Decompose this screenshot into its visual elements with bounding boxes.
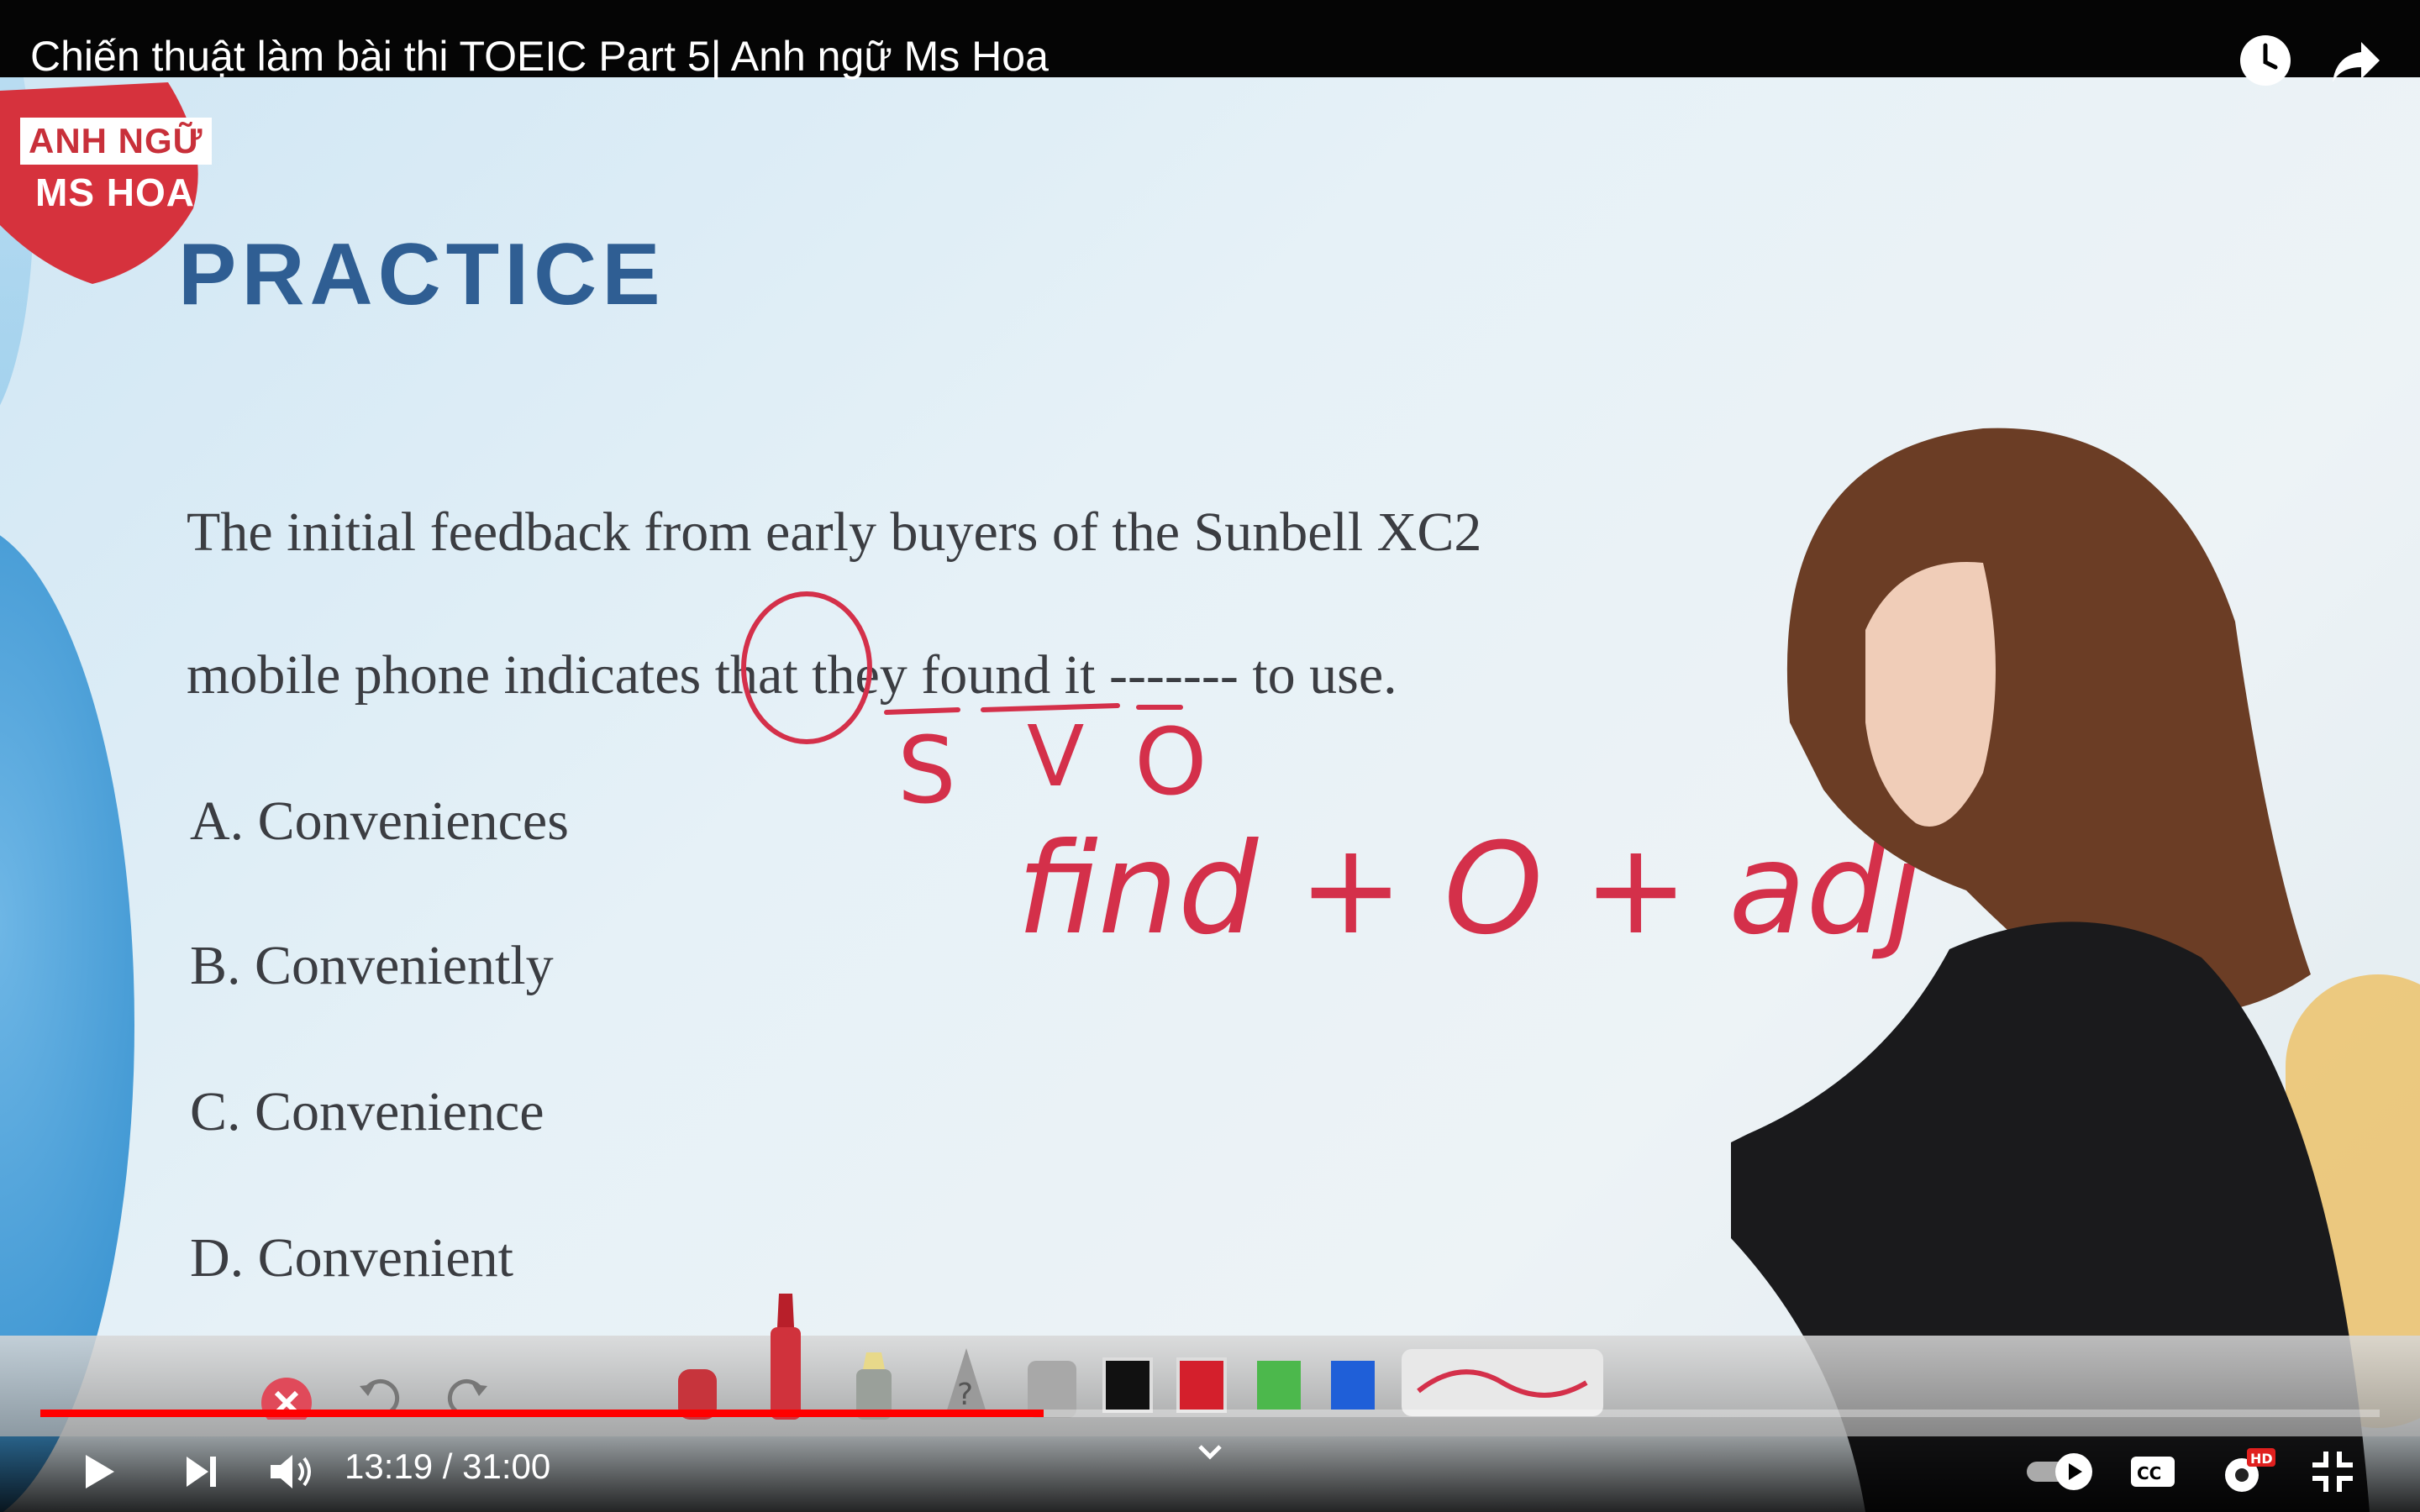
captions-icon[interactable]: CC <box>2123 1441 2183 1502</box>
next-icon[interactable] <box>171 1441 232 1502</box>
color-swatch-blue <box>1328 1357 1378 1413</box>
video-title[interactable]: Chiến thuật làm bài thi TOEIC Part 5| An… <box>30 32 1049 81</box>
share-icon[interactable] <box>2329 34 2383 87</box>
chevron-down-icon[interactable] <box>1180 1428 1240 1478</box>
highlighter-tool-icon <box>844 1344 903 1420</box>
settings-icon[interactable]: HD <box>2215 1441 2275 1502</box>
time-display: 13:19 / 31:00 <box>345 1446 551 1486</box>
color-swatch-black <box>1102 1357 1153 1413</box>
color-swatch-green <box>1254 1357 1304 1413</box>
label-o: O <box>1134 708 1207 816</box>
label-s: S <box>897 717 956 824</box>
volume-icon[interactable] <box>260 1441 321 1502</box>
watch-later-icon[interactable] <box>2238 34 2292 87</box>
color-swatch-red <box>1176 1357 1227 1413</box>
underline-s <box>884 707 960 715</box>
play-icon[interactable] <box>67 1441 128 1502</box>
autoplay-toggle[interactable] <box>2020 1441 2101 1502</box>
hd-badge: HD <box>2250 1451 2273 1467</box>
label-v: V <box>1027 707 1084 806</box>
help-tool-icon: ? <box>937 1344 996 1420</box>
exit-fullscreen-icon[interactable] <box>2302 1441 2363 1502</box>
progress-played <box>40 1410 1044 1417</box>
svg-text:?: ? <box>957 1378 973 1412</box>
video-frame[interactable]: ANH NGỮ MS HOA PRACTICE The initial feed… <box>0 0 2420 1512</box>
circle-that <box>741 591 872 744</box>
svg-text:CC: CC <box>2137 1463 2161 1483</box>
marker-tool-icon <box>760 1294 811 1420</box>
eraser-tool-icon <box>1021 1344 1083 1420</box>
stroke-style-icon <box>1402 1349 1603 1416</box>
